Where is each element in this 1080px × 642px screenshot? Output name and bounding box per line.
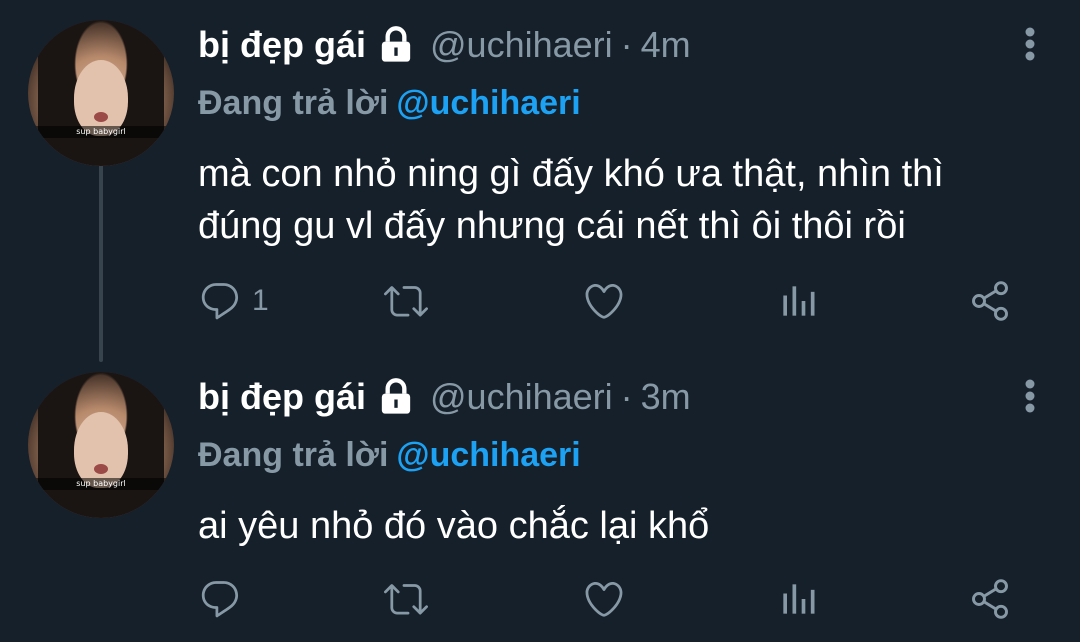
avatar[interactable]: sup babygirl (28, 372, 174, 518)
avatar-caption: sup babygirl (28, 478, 174, 490)
tweet-text-line: mà con nhỏ ning gì đấy khó ưa thật, nhìn… (198, 153, 944, 195)
avatar-mouth (94, 112, 108, 122)
lock-icon (376, 25, 416, 65)
retweet-button[interactable] (384, 276, 428, 326)
tweet[interactable]: sup babygirl bị đẹp gái @uchihaeri · 4m … (0, 20, 1080, 340)
reply-button[interactable]: 1 (198, 276, 269, 326)
tweet-text-line: đúng gu vl đấy nhưng cái nết thì ôi thôi… (198, 205, 906, 247)
handle[interactable]: @uchihaeri (430, 24, 613, 66)
analytics-icon (776, 279, 820, 323)
share-button[interactable] (968, 276, 1012, 326)
display-name[interactable]: bị đẹp gái (198, 376, 366, 418)
reply-count: 1 (252, 284, 269, 317)
reply-mention-link[interactable]: @uchihaeri (396, 436, 580, 474)
avatar-caption: sup babygirl (28, 126, 174, 138)
reply-mention-link[interactable]: @uchihaeri (396, 84, 580, 122)
avatar[interactable]: sup babygirl (28, 20, 174, 166)
share-icon (968, 577, 1012, 621)
tweet-text: ai yêu nhỏ đó vào chắc lại khổ (198, 500, 1058, 552)
more-vertical-icon[interactable] (1024, 378, 1036, 414)
separator: · (620, 376, 633, 417)
retweet-button[interactable] (384, 574, 428, 624)
more-vertical-icon[interactable] (1024, 26, 1036, 62)
reply-icon (198, 577, 242, 621)
avatar-face (74, 60, 128, 136)
tweet-header: bị đẹp gái @uchihaeri · 3m (198, 372, 691, 422)
separator: · (620, 24, 633, 65)
avatar-face (74, 412, 128, 488)
replying-to-label: Đang trả lời (198, 436, 389, 474)
lock-icon (376, 377, 416, 417)
like-button[interactable] (582, 276, 626, 326)
analytics-icon (776, 577, 820, 621)
share-button[interactable] (968, 574, 1012, 624)
timestamp[interactable]: 3m (641, 376, 691, 418)
replying-to: Đang trả lời @uchihaeri (198, 436, 581, 475)
retweet-icon (384, 577, 428, 621)
tweet-text-line: ai yêu nhỏ đó vào chắc lại khổ (198, 505, 710, 547)
share-icon (968, 279, 1012, 323)
tweet-actions: 1 (198, 276, 1038, 326)
heart-icon (582, 577, 626, 621)
retweet-icon (384, 279, 428, 323)
tweet-text: mà con nhỏ ning gì đấy khó ưa thật, nhìn… (198, 148, 1058, 252)
heart-icon (582, 279, 626, 323)
display-name[interactable]: bị đẹp gái (198, 24, 366, 66)
analytics-button[interactable] (776, 276, 820, 326)
tweet[interactable]: sup babygirl bị đẹp gái @uchihaeri · 3m … (0, 372, 1080, 632)
reply-button[interactable] (198, 574, 252, 624)
handle[interactable]: @uchihaeri (430, 376, 613, 418)
timestamp[interactable]: 4m (641, 24, 691, 66)
replying-to: Đang trả lời @uchihaeri (198, 84, 581, 123)
tweet-actions (198, 574, 1038, 624)
avatar-mouth (94, 464, 108, 474)
like-button[interactable] (582, 574, 626, 624)
replying-to-label: Đang trả lời (198, 84, 389, 122)
reply-icon (198, 279, 242, 323)
tweet-header: bị đẹp gái @uchihaeri · 4m (198, 20, 691, 70)
analytics-button[interactable] (776, 574, 820, 624)
